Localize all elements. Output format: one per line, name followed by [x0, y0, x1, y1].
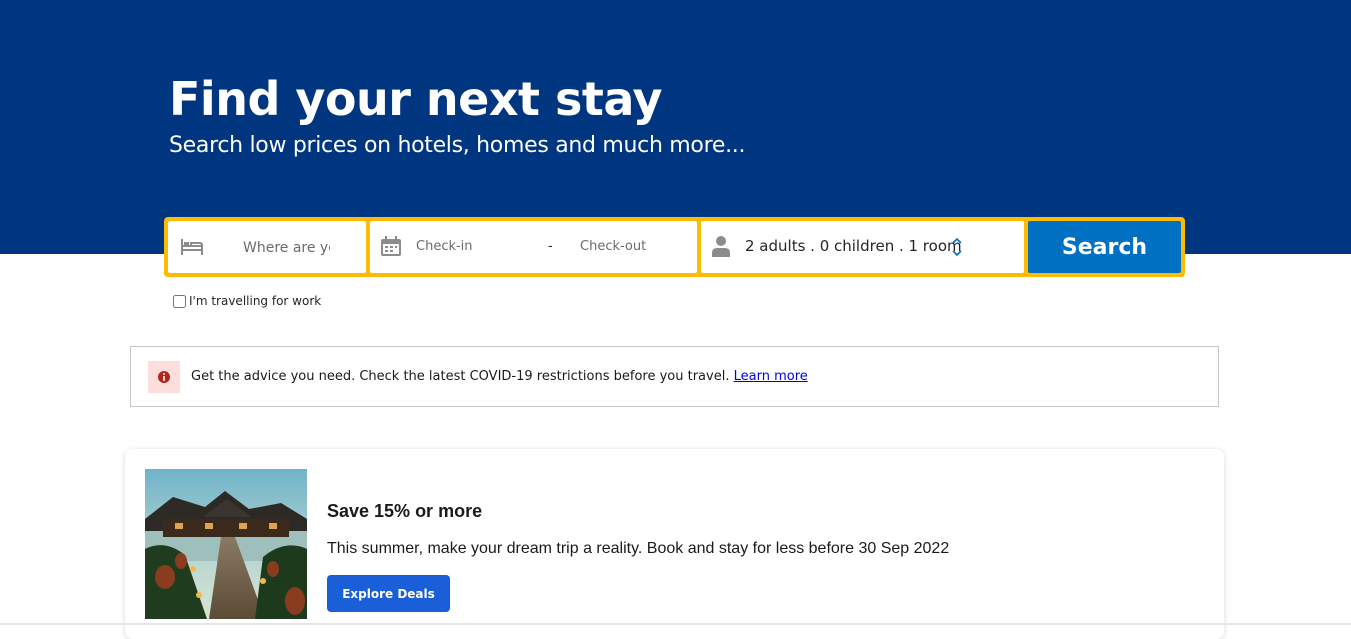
- stepper-icon[interactable]: [951, 235, 963, 259]
- work-travel-checkbox[interactable]: [173, 294, 186, 308]
- calendar-icon: [380, 235, 402, 257]
- deal-image: [145, 469, 307, 619]
- covid-notice: Get the advice you need. Check the lates…: [130, 346, 1219, 407]
- learn-more-link[interactable]: Learn more: [734, 369, 808, 384]
- covid-notice-message: Get the advice you need. Check the lates…: [191, 369, 730, 384]
- destination-field[interactable]: [168, 221, 366, 273]
- dates-field[interactable]: Check-in - Check-out: [370, 221, 697, 273]
- search-button[interactable]: Search: [1028, 221, 1181, 273]
- page-title: Find your next stay: [169, 72, 663, 126]
- person-icon: [712, 235, 730, 257]
- hero-banner: Find your next stay Search low prices on…: [0, 0, 1351, 254]
- guests-summary[interactable]: 2 adults . 0 children . 1 room: [745, 237, 962, 255]
- bed-icon: [180, 237, 204, 257]
- work-travel-option: I'm travelling for work: [173, 294, 321, 308]
- date-separator: -: [548, 239, 553, 254]
- deal-description: This summer, make your dream trip a real…: [327, 540, 950, 557]
- deal-card: Save 15% or more This summer, make your …: [125, 449, 1224, 639]
- covid-notice-text: Get the advice you need. Check the lates…: [191, 369, 808, 384]
- info-icon: [148, 361, 180, 393]
- checkin-input[interactable]: Check-in: [416, 239, 473, 254]
- search-bar: Check-in - Check-out 2 adults . 0 childr…: [164, 217, 1185, 277]
- page-subtitle: Search low prices on hotels, homes and m…: [169, 133, 746, 158]
- deal-title: Save 15% or more: [327, 501, 483, 521]
- guests-field[interactable]: 2 adults . 0 children . 1 room: [701, 221, 1024, 273]
- checkout-input[interactable]: Check-out: [580, 239, 646, 254]
- destination-input[interactable]: [243, 237, 330, 259]
- explore-deals-button[interactable]: Explore Deals: [327, 575, 450, 612]
- work-travel-label[interactable]: I'm travelling for work: [189, 294, 321, 308]
